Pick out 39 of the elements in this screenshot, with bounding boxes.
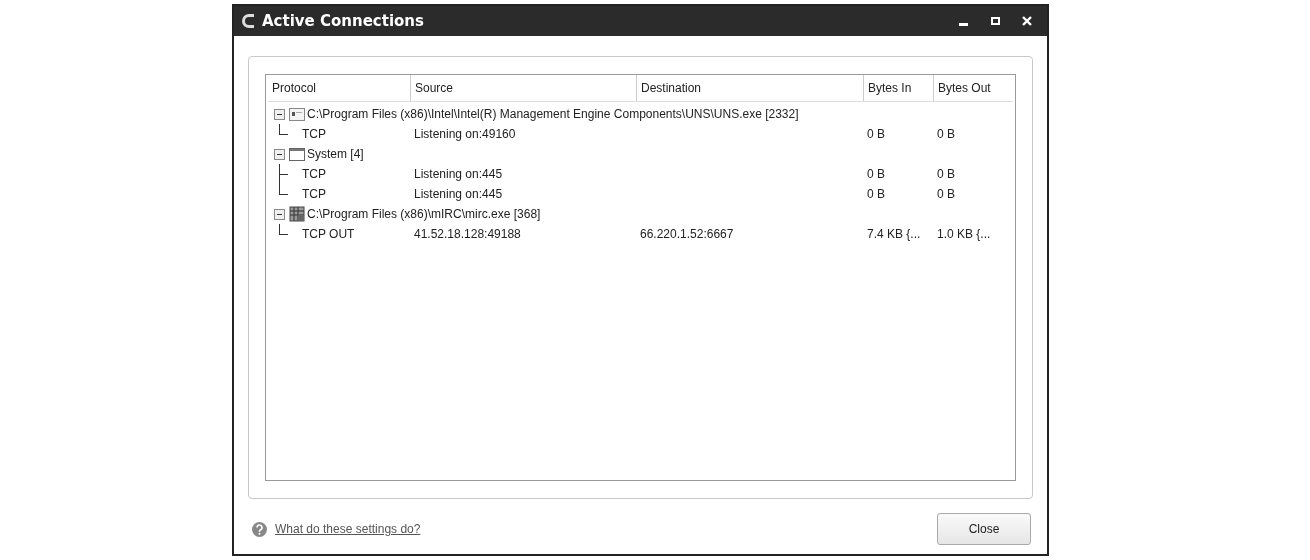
table-cell-text: TCP <box>302 126 326 143</box>
column-header[interactable]: Bytes Out <box>933 75 1012 101</box>
process-label[interactable]: C:\Program Files (x86)\mIRC\mirc.exe [368] <box>307 205 541 223</box>
table-cell-text: TCP <box>302 166 326 183</box>
close-icon <box>1022 16 1032 26</box>
table-cell: 0 B <box>937 187 955 201</box>
help-icon <box>252 521 267 537</box>
table-cell: 0 B <box>867 187 885 201</box>
table-cell: 1.0 KB {... <box>937 227 991 241</box>
window-icon <box>289 147 305 161</box>
app-logo-icon <box>242 14 254 28</box>
app-grid-icon <box>289 206 305 222</box>
table-cell: 0 B <box>937 127 955 141</box>
table-cell: Listening on:49160 <box>414 127 516 141</box>
table-cell: 0 B <box>867 127 885 141</box>
column-header[interactable]: Protocol <box>268 75 410 101</box>
collapse-toggle[interactable] <box>274 148 285 160</box>
table-cell: 7.4 KB {... <box>867 227 921 241</box>
table-cell: 0 B <box>867 167 885 181</box>
table-cell-text: TCP OUT <box>302 226 355 243</box>
table-cell: Listening on:445 <box>414 167 503 181</box>
window-title: Active Connections <box>262 10 424 32</box>
process-label[interactable]: C:\Program Files (x86)\Intel\Intel(R) Management Engine Components\UNS\UNS.exe [2332] <box>307 105 799 123</box>
column-header[interactable]: Destination <box>636 75 863 101</box>
close-button[interactable]: Close <box>937 513 1031 545</box>
table-cell: 66.220.1.52:6667 <box>640 227 734 241</box>
table-cell: 41.52.18.128:49188 <box>414 227 521 241</box>
table-cell: Listening on:445 <box>414 187 503 201</box>
tree-connector <box>279 124 288 135</box>
table-cell: 0 B <box>937 167 955 181</box>
column-header[interactable]: Source <box>410 75 636 101</box>
collapse-toggle[interactable] <box>274 108 285 120</box>
table-cell-text: TCP <box>302 186 326 203</box>
tree-connector <box>279 224 288 235</box>
process-label[interactable]: System [4] <box>307 145 364 163</box>
help-link[interactable]: What do these settings do? <box>275 520 421 538</box>
service-window-icon <box>289 107 305 121</box>
column-header[interactable]: Bytes In <box>863 75 933 101</box>
collapse-toggle[interactable] <box>274 208 285 220</box>
